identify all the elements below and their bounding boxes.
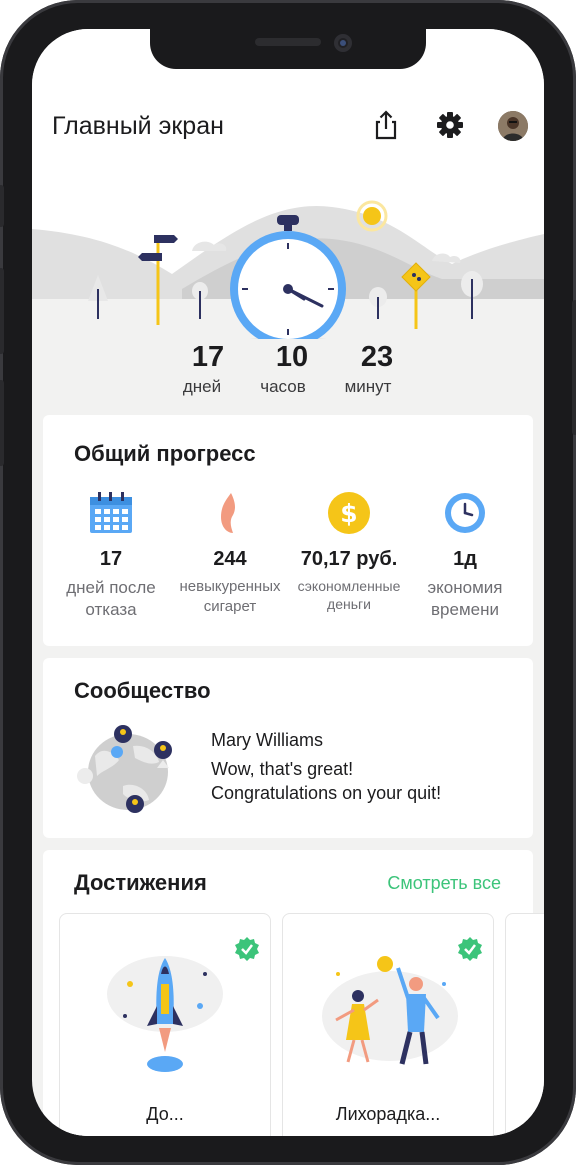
achievement-label: Лихорадка... — [335, 1104, 441, 1124]
achievement-card-partial[interactable] — [505, 913, 544, 1136]
stat-days: 17 дней после отказа — [48, 491, 174, 621]
globe-illustration — [73, 716, 183, 816]
dancing-people-icon — [322, 956, 458, 1065]
days-label: дней — [182, 377, 222, 396]
stat-days-label-1: дней после — [66, 578, 156, 597]
community-card[interactable]: Сообщество Mary Williams Wow, that's gre… — [43, 658, 533, 838]
clock-icon — [445, 493, 485, 533]
stat-money-label-2: деньги — [327, 596, 371, 613]
achievements-title: Достижения — [74, 870, 207, 895]
calendar-icon — [90, 492, 132, 533]
community-title: Сообщество — [74, 678, 211, 703]
volume-down-button — [0, 380, 4, 466]
user-avatar[interactable] — [498, 111, 528, 141]
share-icon[interactable] — [370, 109, 402, 141]
hero-illustration — [32, 179, 544, 361]
stat-cigarettes: 244 невыкуренных сигарет — [167, 491, 293, 616]
community-message-line1: Wow, that's great! — [211, 759, 354, 779]
progress-card[interactable]: Общий прогресс 17 дней после отказа 244 — [43, 415, 533, 646]
speaker — [255, 38, 321, 46]
front-camera — [334, 34, 352, 52]
notch — [150, 29, 426, 69]
achievement-label: До... — [146, 1104, 184, 1124]
achievement-card[interactable]: Лихорадка... — [282, 913, 494, 1136]
stat-days-label-2: отказа — [85, 600, 137, 620]
community-author: Mary Williams — [211, 730, 323, 750]
dollar-coin-icon: $ — [328, 492, 370, 534]
gear-icon[interactable] — [434, 109, 466, 141]
stat-cigarettes-label-1: невыкуренных — [179, 578, 281, 595]
hours-label: часов — [260, 377, 306, 396]
svg-text:$: $ — [340, 499, 357, 528]
page-title: Главный экран — [52, 112, 224, 140]
stat-cigarettes-label-2: сигарет — [203, 597, 257, 615]
power-button — [572, 300, 576, 435]
progress-title: Общий прогресс — [74, 441, 256, 466]
stat-money-label-1: сэкономленные — [297, 578, 401, 594]
stat-time: 1д экономия времени — [402, 491, 528, 621]
volume-up-button — [0, 268, 4, 354]
app-screen: Главный экран 17 дней 10 часов 23 минут … — [32, 29, 544, 1136]
stat-cigarettes-value: 244 — [213, 548, 247, 570]
stat-time-label-1: экономия — [427, 578, 503, 597]
stat-time-value: 1д — [453, 548, 477, 570]
hours-value: 10 — [275, 341, 309, 373]
check-badge-icon — [235, 937, 259, 961]
days-value: 17 — [191, 341, 225, 373]
stat-time-label-2: времени — [431, 600, 499, 620]
flame-icon — [221, 493, 235, 533]
rocket-icon — [107, 956, 223, 1072]
mute-switch — [0, 185, 4, 227]
achievement-card[interactable]: До... — [59, 913, 271, 1136]
check-badge-icon — [458, 937, 482, 961]
stat-money: $ 70,17 руб. сэкономленные деньги — [286, 491, 412, 613]
see-all-link[interactable]: Смотреть все — [387, 873, 501, 894]
minutes-value: 23 — [360, 341, 394, 373]
stat-days-value: 17 — [99, 548, 123, 570]
community-message-line2: Congratulations on your quit! — [211, 783, 442, 803]
stat-money-value: 70,17 руб. — [300, 548, 398, 570]
minutes-label: минут — [344, 377, 392, 396]
